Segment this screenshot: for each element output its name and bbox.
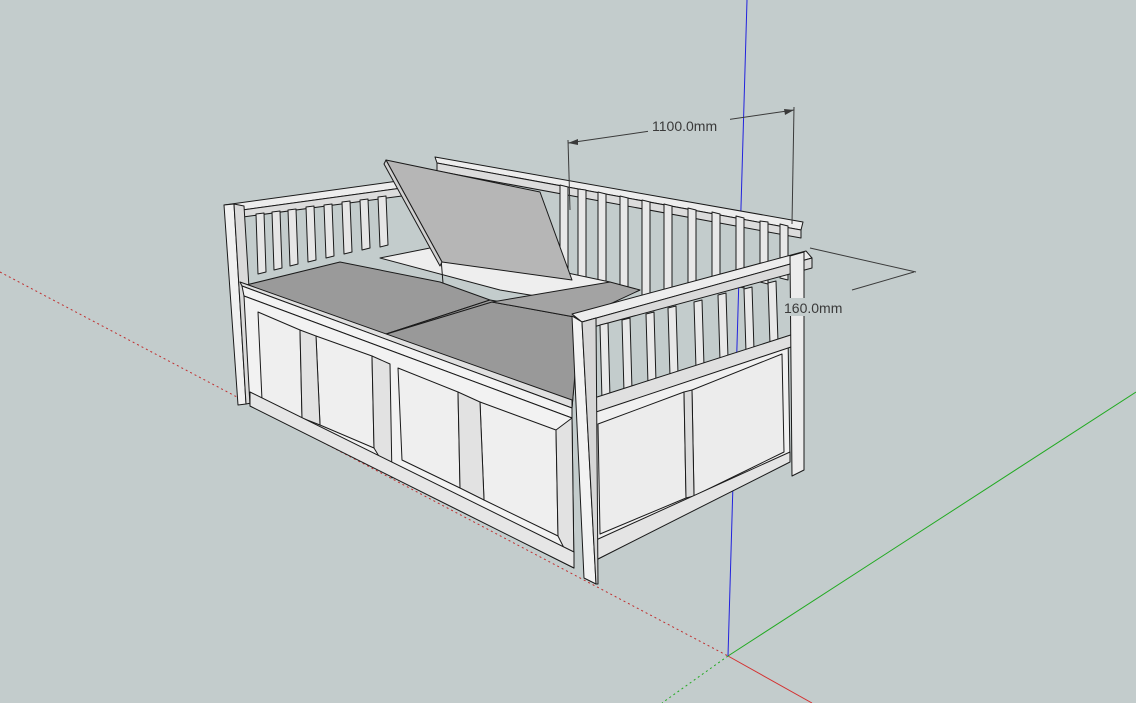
daybed-model[interactable]: [223, 156, 813, 585]
dimension-arrow-right: [784, 109, 794, 115]
dimension-width-ext-right: [791, 106, 795, 225]
dimension-height-ext-top: [809, 247, 917, 273]
red-axis: [727, 655, 813, 703]
green-axis-hidden: [661, 655, 729, 703]
dimension-width-label[interactable]: 1100.0mm: [652, 118, 717, 134]
sketchup-viewport[interactable]: 1100.0mm 160.0mm: [0, 0, 1136, 703]
model-canvas[interactable]: 1100.0mm 160.0mm: [0, 0, 1136, 703]
dimension-arrow-left: [568, 139, 578, 145]
right-side-stile: [683, 389, 695, 499]
right-back-post: [789, 251, 805, 477]
dimension-height-line: [851, 271, 915, 291]
blue-axis: [727, 0, 748, 657]
dimension-height-label[interactable]: 160.0mm: [784, 300, 842, 316]
